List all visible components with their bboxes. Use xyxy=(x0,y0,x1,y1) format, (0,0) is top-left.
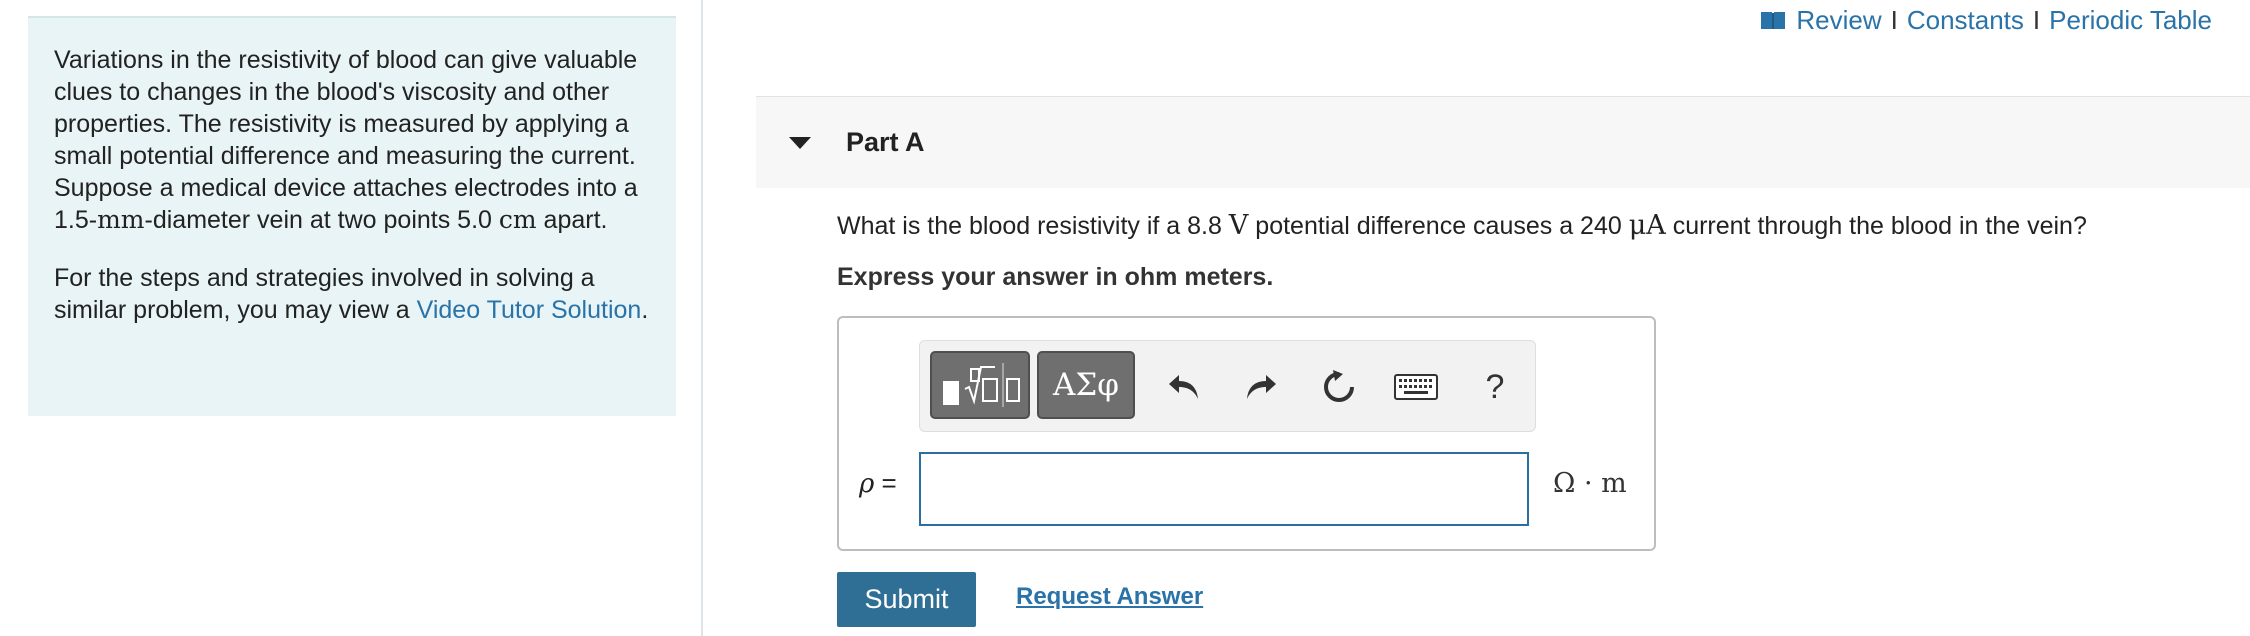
unit-microamp: μA xyxy=(1628,210,1666,241)
help-button[interactable]: ? xyxy=(1475,365,1515,409)
question-text-part: current through the blood in the vein? xyxy=(1665,212,2087,240)
templates-button[interactable] xyxy=(930,351,1030,419)
review-link[interactable]: Review xyxy=(1796,5,1881,36)
greek-symbols-button[interactable]: ΑΣφ xyxy=(1037,351,1135,419)
templates-icon xyxy=(943,363,1020,407)
unit-mm: mm xyxy=(97,205,145,234)
question-text-part: potential difference causes a 240 xyxy=(1248,212,1629,240)
equals-sign: = xyxy=(874,468,897,498)
reset-icon[interactable] xyxy=(1319,365,1359,409)
redo-icon[interactable] xyxy=(1241,365,1281,409)
math-toolbar: ΑΣφ ? xyxy=(919,340,1536,432)
video-tutor-link[interactable]: Video Tutor Solution xyxy=(417,296,642,324)
problem-text-part: apart. xyxy=(536,206,608,234)
caret-down-icon[interactable] xyxy=(780,123,820,163)
undo-icon[interactable] xyxy=(1164,365,1204,409)
hint-text-end: . xyxy=(641,296,649,324)
panel-divider xyxy=(701,0,703,636)
part-a-header[interactable]: Part A xyxy=(756,96,2250,188)
rho-symbol: ρ xyxy=(859,469,875,499)
problem-statement-panel: Variations in the resistivity of blood c… xyxy=(28,16,676,416)
constants-link[interactable]: Constants xyxy=(1907,5,2024,36)
part-title: Part A xyxy=(846,127,925,157)
problem-text: Variations in the resistivity of blood c… xyxy=(54,44,650,236)
variable-label: ρ = xyxy=(859,468,897,499)
answer-instruction: Express your answer in ohm meters. xyxy=(837,263,1274,291)
keyboard-icon[interactable] xyxy=(1393,365,1439,409)
answer-unit: Ω · m xyxy=(1553,468,1627,499)
resource-links: Review I Constants I Periodic Table xyxy=(1760,4,2212,36)
answer-input[interactable] xyxy=(919,452,1529,526)
link-separator: I xyxy=(1890,4,1898,35)
submit-button[interactable]: Submit xyxy=(837,572,976,627)
unit-volt: V xyxy=(1228,210,1249,241)
unit-cm: cm xyxy=(498,205,537,234)
question-text: What is the blood resistivity if a 8.8 V… xyxy=(837,210,2087,241)
problem-text-part: -diameter vein at two points 5.0 xyxy=(144,206,499,234)
book-icon xyxy=(1761,12,1786,29)
link-separator: I xyxy=(2032,4,2041,35)
question-text-part: What is the blood resistivity if a 8.8 xyxy=(837,212,1229,240)
periodic-table-link[interactable]: Periodic Table xyxy=(2049,5,2212,36)
request-answer-link[interactable]: Request Answer xyxy=(1016,583,1203,611)
answer-box: ΑΣφ ? ρ = Ω · m xyxy=(837,316,1656,551)
tutor-hint-text: For the steps and strategies involved in… xyxy=(54,262,650,326)
